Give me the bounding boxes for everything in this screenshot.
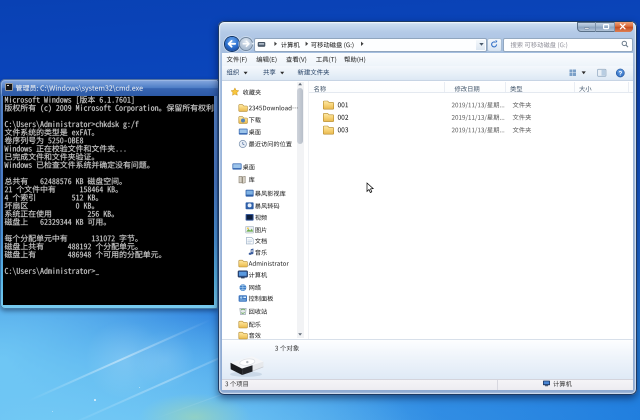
- svg-text:?: ?: [618, 71, 622, 78]
